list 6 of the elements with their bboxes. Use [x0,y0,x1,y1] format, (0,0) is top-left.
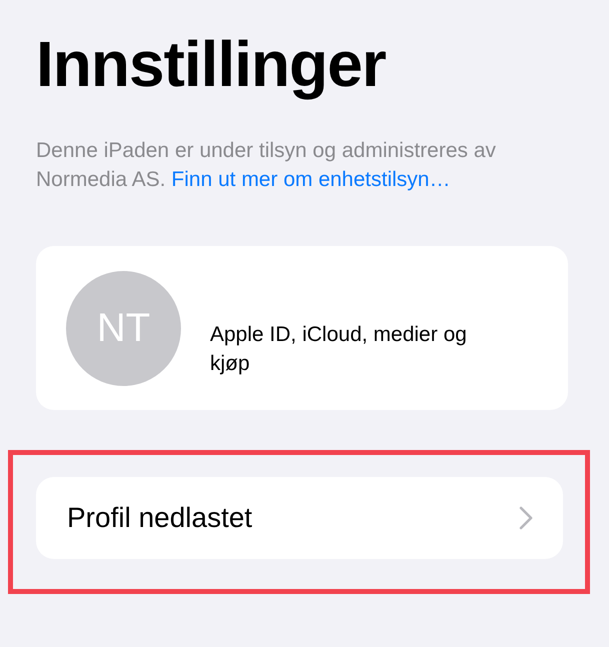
account-label: Apple ID, iCloud, medier og kjøp [210,322,468,377]
learn-more-link[interactable]: Finn ut mer om enhetstilsyn… [171,168,450,191]
page-title: Innstillinger [36,27,386,102]
profile-row[interactable]: Profil nedlastet [36,477,563,559]
supervision-notice: Denne iPaden er under tilsyn og administreres av Normedia AS. Finn ut mer om enhetstilsyn… [36,138,497,193]
chevron-icon [519,506,533,530]
